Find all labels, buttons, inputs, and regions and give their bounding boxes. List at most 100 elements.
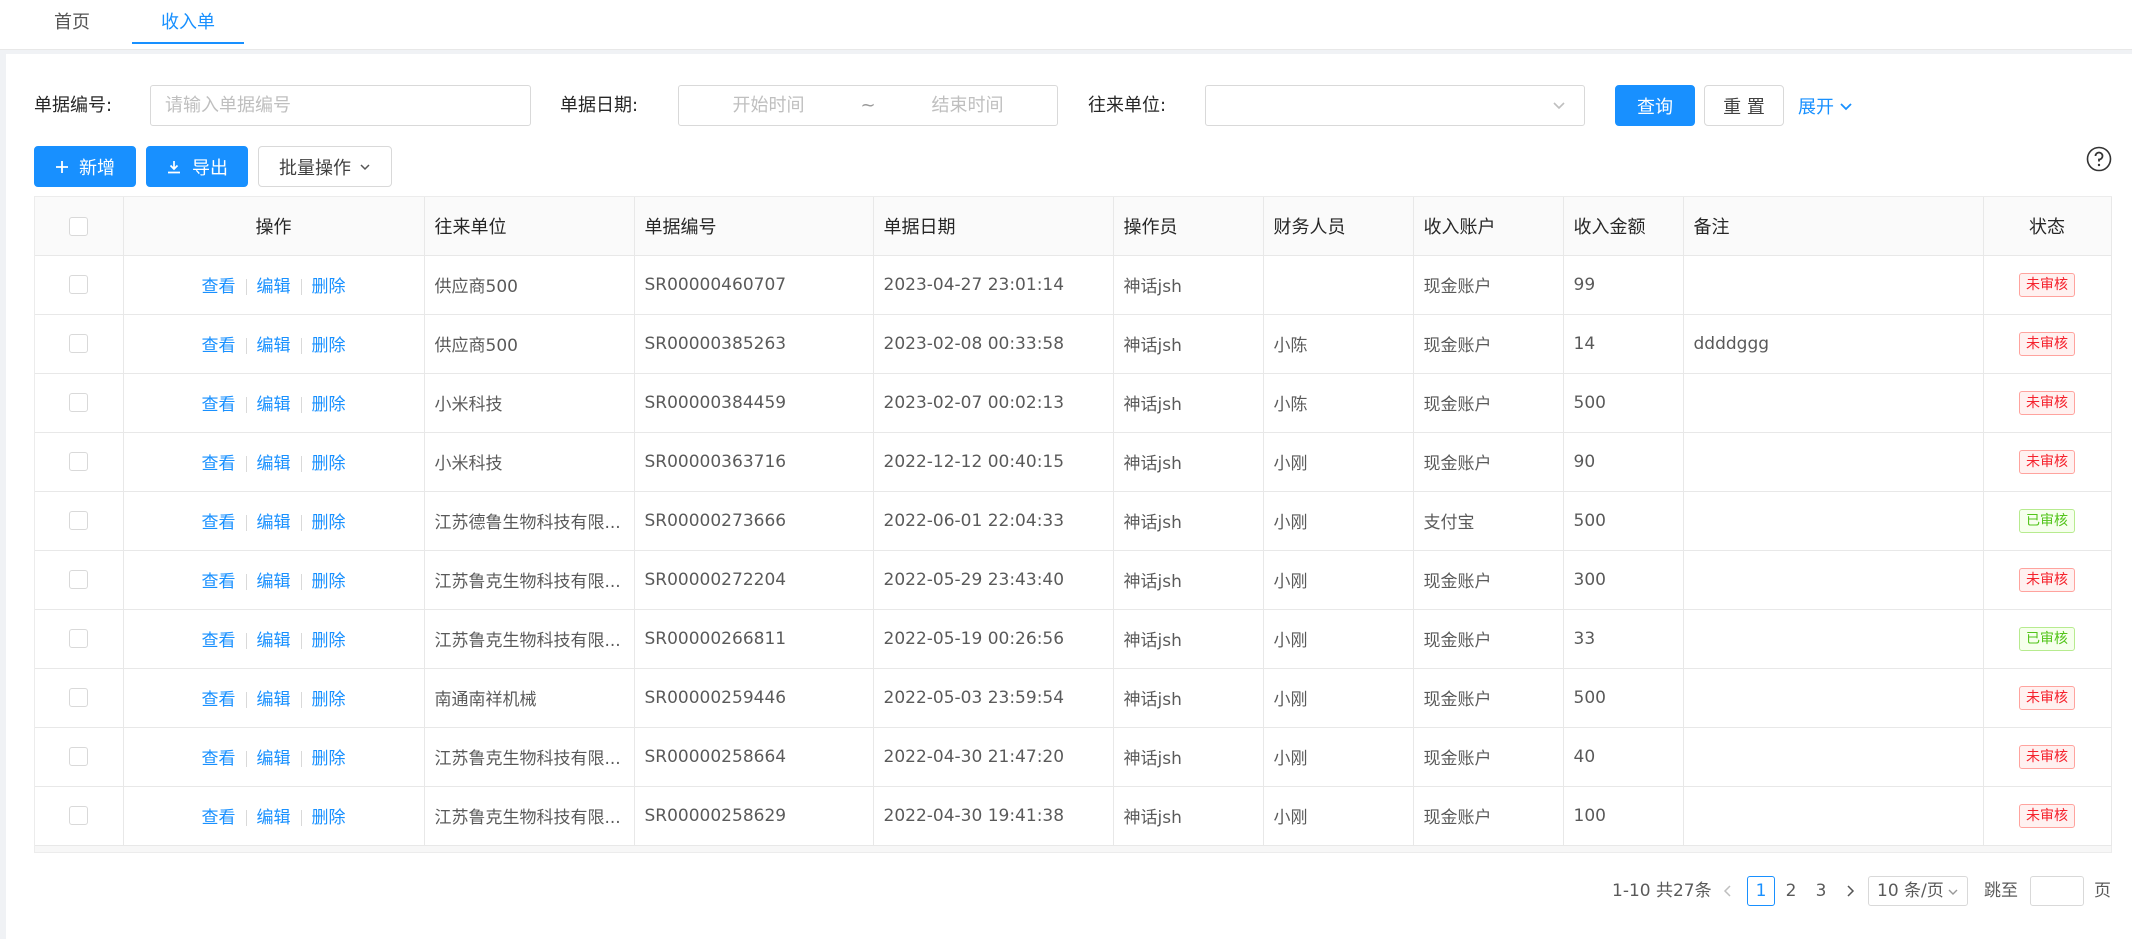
cell-amount: 300 (1563, 550, 1684, 610)
row-checkbox[interactable] (69, 334, 89, 353)
export-button[interactable]: 导出 (146, 146, 248, 187)
edit-link[interactable]: 编辑 (257, 277, 291, 297)
row-actions: 查看 编辑 删除 (123, 255, 425, 315)
header-remark: 备注 (1683, 197, 1984, 256)
jump-page-input[interactable] (2030, 876, 2084, 906)
page-size-select[interactable]: 10 条/页 (1868, 876, 1968, 906)
delete-link[interactable]: 删除 (312, 336, 346, 356)
query-button[interactable]: 查询 (1615, 85, 1695, 126)
row-checkbox[interactable] (69, 629, 89, 648)
action-divider (245, 397, 247, 413)
edit-link[interactable]: 编辑 (257, 631, 291, 651)
cell-date: 2022-06-01 22:04:33 (873, 491, 1114, 551)
view-link[interactable]: 查看 (202, 572, 236, 592)
edit-link[interactable]: 编辑 (257, 690, 291, 710)
reset-button[interactable]: 重 置 (1704, 85, 1784, 126)
edit-link[interactable]: 编辑 (257, 336, 291, 356)
row-checkbox[interactable] (69, 747, 89, 766)
delete-link[interactable]: 删除 (312, 454, 346, 474)
cell-partner: 江苏鲁克生物科技有限... (424, 786, 635, 846)
view-link[interactable]: 查看 (202, 808, 236, 828)
tab-home[interactable]: 首页 (32, 0, 112, 44)
header-date: 单据日期 (873, 197, 1114, 256)
delete-link[interactable]: 删除 (312, 395, 346, 415)
start-date-input[interactable] (679, 86, 858, 125)
cell-operator: 神话jsh (1113, 668, 1264, 728)
row-actions: 查看 编辑 删除 (123, 432, 425, 492)
view-link[interactable]: 查看 (202, 454, 236, 474)
view-link[interactable]: 查看 (202, 513, 236, 533)
cell-remark (1683, 550, 1984, 610)
cell-remark (1683, 255, 1984, 315)
batch-operations-dropdown[interactable]: 批量操作 (258, 146, 392, 187)
download-icon (168, 160, 180, 173)
edit-link[interactable]: 编辑 (257, 395, 291, 415)
add-button[interactable]: 新增 (34, 146, 136, 187)
edit-link[interactable]: 编辑 (257, 808, 291, 828)
row-select-cell (35, 432, 124, 492)
row-checkbox[interactable] (69, 688, 89, 707)
partner-select[interactable] (1205, 85, 1585, 126)
cell-partner: 小米科技 (424, 373, 635, 433)
cell-status: 未审核 (1983, 727, 2112, 787)
cell-account: 现金账户 (1413, 550, 1564, 610)
action-divider (300, 397, 302, 413)
edit-link[interactable]: 编辑 (257, 749, 291, 769)
edit-link[interactable]: 编辑 (257, 572, 291, 592)
action-divider (245, 338, 247, 354)
page-2[interactable]: 2 (1777, 876, 1805, 906)
cell-bill-no: SR00000258629 (634, 786, 874, 846)
help-circle-icon[interactable] (2086, 146, 2112, 172)
delete-link[interactable]: 删除 (312, 631, 346, 651)
cell-bill-no: SR00000384459 (634, 373, 874, 433)
page-3[interactable]: 3 (1807, 876, 1835, 906)
tab-income-bill[interactable]: 收入单 (132, 0, 244, 44)
cell-status: 未审核 (1983, 668, 2112, 728)
expand-link-label: 展开 (1798, 97, 1834, 118)
view-link[interactable]: 查看 (202, 749, 236, 769)
view-link[interactable]: 查看 (202, 631, 236, 651)
cell-operator: 神话jsh (1113, 373, 1264, 433)
delete-link[interactable]: 删除 (312, 808, 346, 828)
expand-link[interactable]: 展开 (1798, 92, 1854, 120)
delete-link[interactable]: 删除 (312, 749, 346, 769)
bill-date-label: 单据日期: (560, 95, 639, 116)
end-date-input[interactable] (878, 86, 1057, 125)
cell-status: 未审核 (1983, 550, 2112, 610)
edit-link[interactable]: 编辑 (257, 454, 291, 474)
delete-link[interactable]: 删除 (312, 690, 346, 710)
page-1[interactable]: 1 (1747, 876, 1775, 906)
delete-link[interactable]: 删除 (312, 277, 346, 297)
delete-link[interactable]: 删除 (312, 572, 346, 592)
cell-finance: 小刚 (1263, 786, 1414, 846)
view-link[interactable]: 查看 (202, 277, 236, 297)
row-checkbox[interactable] (69, 511, 89, 530)
row-select-cell (35, 668, 124, 728)
status-badge: 已审核 (2019, 626, 2075, 651)
cell-partner: 供应商500 (424, 255, 635, 315)
prev-page-icon[interactable] (1722, 884, 1734, 898)
row-checkbox[interactable] (69, 393, 89, 412)
select-all-checkbox[interactable] (69, 216, 89, 236)
cell-amount: 99 (1563, 255, 1684, 315)
row-checkbox[interactable] (69, 806, 89, 825)
table-row: 查看 编辑 删除 小米科技 SR00000384459 2023-02-07 00:02:… (35, 373, 2112, 433)
row-checkbox[interactable] (69, 275, 89, 294)
status-badge: 已审核 (2019, 508, 2075, 533)
row-checkbox[interactable] (69, 452, 89, 471)
action-divider (300, 515, 302, 531)
next-page-icon[interactable] (1844, 884, 1856, 898)
cell-date: 2023-02-07 00:02:13 (873, 373, 1114, 433)
view-link[interactable]: 查看 (202, 336, 236, 356)
bill-no-label: 单据编号: (34, 95, 113, 116)
delete-link[interactable]: 删除 (312, 513, 346, 533)
view-link[interactable]: 查看 (202, 395, 236, 415)
row-checkbox[interactable] (69, 570, 89, 589)
view-link[interactable]: 查看 (202, 690, 236, 710)
cell-partner: 江苏鲁克生物科技有限... (424, 609, 635, 669)
edit-link[interactable]: 编辑 (257, 513, 291, 533)
bill-no-input[interactable] (151, 86, 530, 125)
row-select-cell (35, 255, 124, 315)
cell-remark (1683, 668, 1984, 728)
cell-partner: 小米科技 (424, 432, 635, 492)
